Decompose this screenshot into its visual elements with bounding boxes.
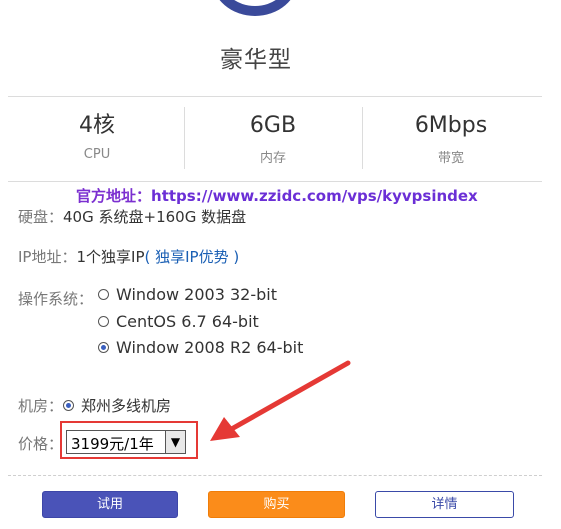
price-label: 价格： <box>18 435 64 453</box>
spec-cpu-value: 4核 <box>79 113 115 138</box>
datacenter-row: 机房： 郑州多线机房 <box>18 395 171 416</box>
spec-bandwidth-value: 6Mbps <box>414 113 488 138</box>
radio-selected-icon[interactable] <box>63 400 75 411</box>
os-option-centos[interactable]: CentOS 6.7 64-bit <box>98 312 259 331</box>
datacenter-value: 郑州多线机房 <box>81 397 172 415</box>
buy-button[interactable]: 购买 <box>208 491 345 518</box>
spec-memory: 6GB 内存 <box>184 111 362 166</box>
ip-value: 1个独享IP <box>76 248 145 266</box>
spec-cpu-label: CPU <box>83 147 111 162</box>
trial-button[interactable]: 试用 <box>42 491 178 518</box>
os-label: 操作系统： <box>18 290 94 308</box>
radio-icon[interactable] <box>98 316 109 327</box>
dashed-divider <box>8 475 542 476</box>
plan-logo-icon <box>212 0 298 16</box>
watermark-prefix: 官方地址： <box>76 187 152 205</box>
os-option-win2003[interactable]: Window 2003 32-bit <box>98 285 277 304</box>
watermark-text: 官方地址：https://www.zzidc.com/vps/kyvpsinde… <box>76 185 478 206</box>
price-select-value: 3199元/1年 <box>71 435 154 453</box>
annotation-arrow-icon <box>210 360 351 441</box>
os-option-label: CentOS 6.7 64-bit <box>116 312 259 331</box>
ip-row: IP地址：1个独享IP( 独享IP优势 ) <box>18 246 239 267</box>
chevron-down-icon[interactable]: ▼ <box>165 431 185 453</box>
spec-memory-label: 内存 <box>259 151 286 166</box>
spec-bandwidth-label: 带宽 <box>437 151 464 166</box>
ip-label: IP地址： <box>18 248 77 266</box>
disk-row: 硬盘：40G 系统盘+160G 数据盘 <box>18 206 246 227</box>
disk-label: 硬盘： <box>18 208 64 226</box>
plan-title: 豪华型 <box>220 47 292 73</box>
radio-icon[interactable] <box>98 289 109 300</box>
datacenter-label: 机房： <box>18 397 64 415</box>
spec-bandwidth: 6Mbps 带宽 <box>362 111 540 166</box>
os-option-label: Window 2003 32-bit <box>116 285 277 304</box>
radio-selected-icon[interactable] <box>98 342 109 353</box>
price-select[interactable]: 3199元/1年 ▼ <box>66 430 186 454</box>
spec-memory-value: 6GB <box>249 113 297 138</box>
disk-value: 40G 系统盘+160G 数据盘 <box>63 208 247 226</box>
divider <box>8 96 542 97</box>
divider <box>8 181 542 182</box>
details-button[interactable]: 详情 <box>375 491 514 518</box>
watermark-url: https://www.zzidc.com/vps/kyvpsindex <box>151 187 478 205</box>
ip-advantage-link[interactable]: ( 独享IP优势 ) <box>145 248 240 266</box>
spec-cpu: 4核 CPU <box>8 111 186 162</box>
